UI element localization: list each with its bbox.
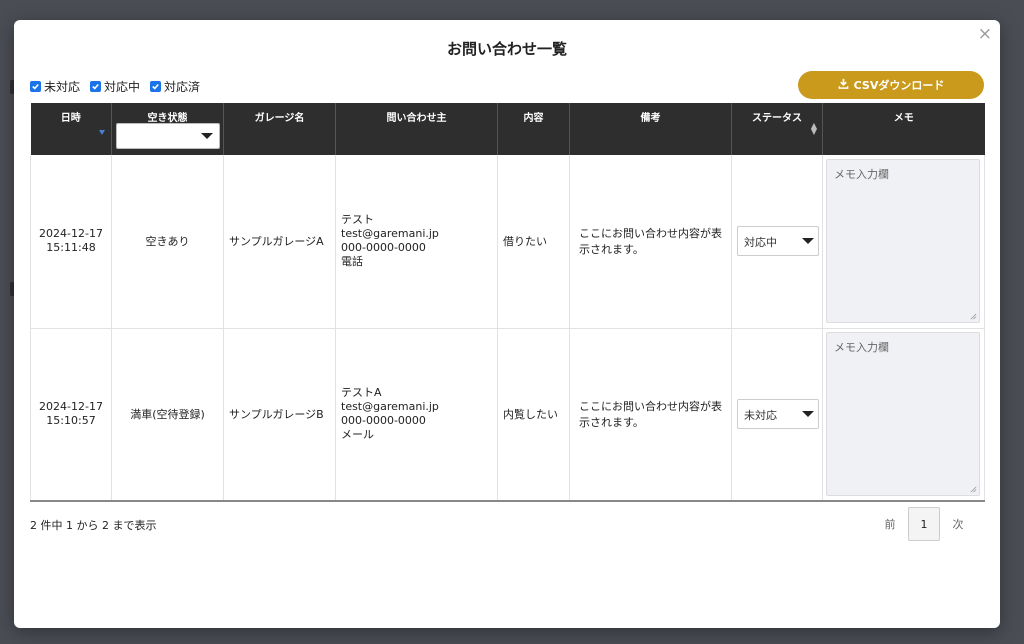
- memo-placeholder: メモ入力欄: [834, 168, 889, 182]
- cell-memo: メモ入力欄: [822, 155, 985, 329]
- cell-vacancy: 空きあり: [111, 155, 224, 329]
- date-text: 2024-12-17: [39, 227, 103, 241]
- status-value: 未対応: [744, 409, 777, 423]
- cell-content: 内覧したい: [497, 328, 570, 502]
- cell-memo: メモ入力欄: [822, 328, 985, 502]
- column-label: メモ: [893, 113, 914, 124]
- filter-label: 対応済: [164, 80, 201, 94]
- cell-inquirer: テスト test@garemani.jp 000-0000-0000 電話: [335, 155, 498, 329]
- page-button-current[interactable]: 1: [908, 507, 940, 541]
- filter-label: 対応中: [104, 80, 141, 94]
- cell-status: 未対応: [731, 328, 823, 502]
- download-icon: [838, 78, 849, 92]
- csv-download-button[interactable]: CSVダウンロード: [798, 71, 984, 99]
- chevron-down-icon: [802, 411, 814, 418]
- column-label: ガレージ名: [254, 113, 305, 124]
- modal-title: お問い合わせ一覧: [446, 40, 567, 58]
- column-label: 備考: [640, 113, 661, 124]
- time-text: 15:11:48: [46, 241, 96, 255]
- status-select[interactable]: 未対応: [737, 399, 819, 430]
- cell-remarks: ここにお問い合わせ内容が表示されます。: [569, 328, 732, 502]
- memo-textarea[interactable]: メモ入力欄: [826, 332, 980, 497]
- status-filters: 未対応 対応中 対応済: [30, 78, 200, 95]
- status-select[interactable]: 対応中: [737, 226, 819, 257]
- status-value: 対応中: [744, 236, 777, 250]
- checkbox-checked-icon[interactable]: [90, 81, 102, 92]
- memo-placeholder: メモ入力欄: [834, 341, 889, 355]
- cell-status: 対応中: [731, 155, 823, 329]
- column-header-memo: メモ: [822, 103, 985, 155]
- time-text: 15:10:57: [46, 414, 96, 428]
- column-header-status[interactable]: ステータス ▲ ▼: [731, 103, 823, 155]
- table-row: 2024-12-17 15:10:57 満車(空待登録) サンプルガレージB テ…: [30, 328, 985, 502]
- filter-done[interactable]: 対応済: [150, 78, 200, 95]
- resize-handle-icon[interactable]: [970, 313, 977, 320]
- column-header-content: 内容: [497, 103, 570, 155]
- cell-datetime: 2024-12-17 15:10:57: [30, 328, 112, 502]
- inquirer-email: test@garemani.jp: [341, 400, 439, 414]
- checkbox-checked-icon[interactable]: [30, 81, 41, 92]
- column-header-datetime[interactable]: 日時: [30, 103, 112, 155]
- date-text: 2024-12-17: [39, 400, 103, 414]
- column-label: ステータス: [752, 113, 802, 124]
- vacancy-filter-select[interactable]: [116, 123, 220, 149]
- cell-inquirer: テストA test@garemani.jp 000-0000-0000 メール: [335, 328, 498, 502]
- checkbox-checked-icon[interactable]: [150, 81, 162, 92]
- inquirer-method: 電話: [341, 255, 363, 269]
- pagination-info: 2 件中 1 から 2 まで表示: [30, 519, 157, 532]
- filter-in-progress[interactable]: 対応中: [90, 78, 140, 95]
- column-label: 問い合わせ主: [386, 113, 447, 124]
- prev-page-button[interactable]: 前: [872, 516, 908, 532]
- inquirer-method: メール: [341, 428, 374, 442]
- inquiry-table: 日時 空き状態 ガレージ名 問い合わせ主 内容 備考 ステータス ▲▼ メモ: [30, 103, 985, 502]
- sort-descending-icon[interactable]: [99, 130, 105, 135]
- csv-download-label: CSVダウンロード: [853, 79, 945, 92]
- cell-garage: サンプルガレージA: [223, 155, 336, 329]
- inquirer-phone: 000-0000-0000: [341, 241, 426, 255]
- chevron-down-icon: [802, 238, 814, 245]
- pagination: 前 1 次: [872, 507, 976, 541]
- memo-textarea[interactable]: メモ入力欄: [826, 159, 980, 324]
- column-header-inquirer: 問い合わせ主: [335, 103, 498, 155]
- table-header-row: 日時 空き状態 ガレージ名 問い合わせ主 内容 備考 ステータス ▲ ▼ メモ: [30, 103, 985, 155]
- cell-garage: サンプルガレージB: [223, 328, 336, 502]
- table-row: 2024-12-17 15:11:48 空きあり サンプルガレージA テスト t…: [30, 155, 985, 329]
- inquirer-phone: 000-0000-0000: [341, 414, 426, 428]
- column-header-garage: ガレージ名: [223, 103, 336, 155]
- inquiry-list-modal: × お問い合わせ一覧 未対応 対応中 対応済 CSVダウンロード 日時 空き状態…: [14, 20, 1000, 628]
- column-header-vacancy: 空き状態: [111, 103, 224, 155]
- sort-icon[interactable]: ▲ ▼: [811, 122, 817, 136]
- inquirer-email: test@garemani.jp: [341, 227, 439, 241]
- filter-label: 未対応: [44, 80, 81, 94]
- filter-unhandled[interactable]: 未対応: [30, 78, 80, 95]
- cell-datetime: 2024-12-17 15:11:48: [30, 155, 112, 329]
- cell-content: 借りたい: [497, 155, 570, 329]
- resize-handle-icon[interactable]: [970, 486, 977, 493]
- column-label: 内容: [523, 113, 544, 124]
- column-header-remarks: 備考: [569, 103, 732, 155]
- next-page-button[interactable]: 次: [940, 516, 976, 532]
- chevron-down-icon: [201, 133, 213, 139]
- cell-vacancy: 満車(空待登録): [111, 328, 224, 502]
- inquirer-name: テスト: [341, 213, 374, 227]
- cell-remarks: ここにお問い合わせ内容が表示されます。: [569, 155, 732, 329]
- inquirer-name: テストA: [341, 386, 382, 400]
- column-label: 日時: [60, 113, 81, 124]
